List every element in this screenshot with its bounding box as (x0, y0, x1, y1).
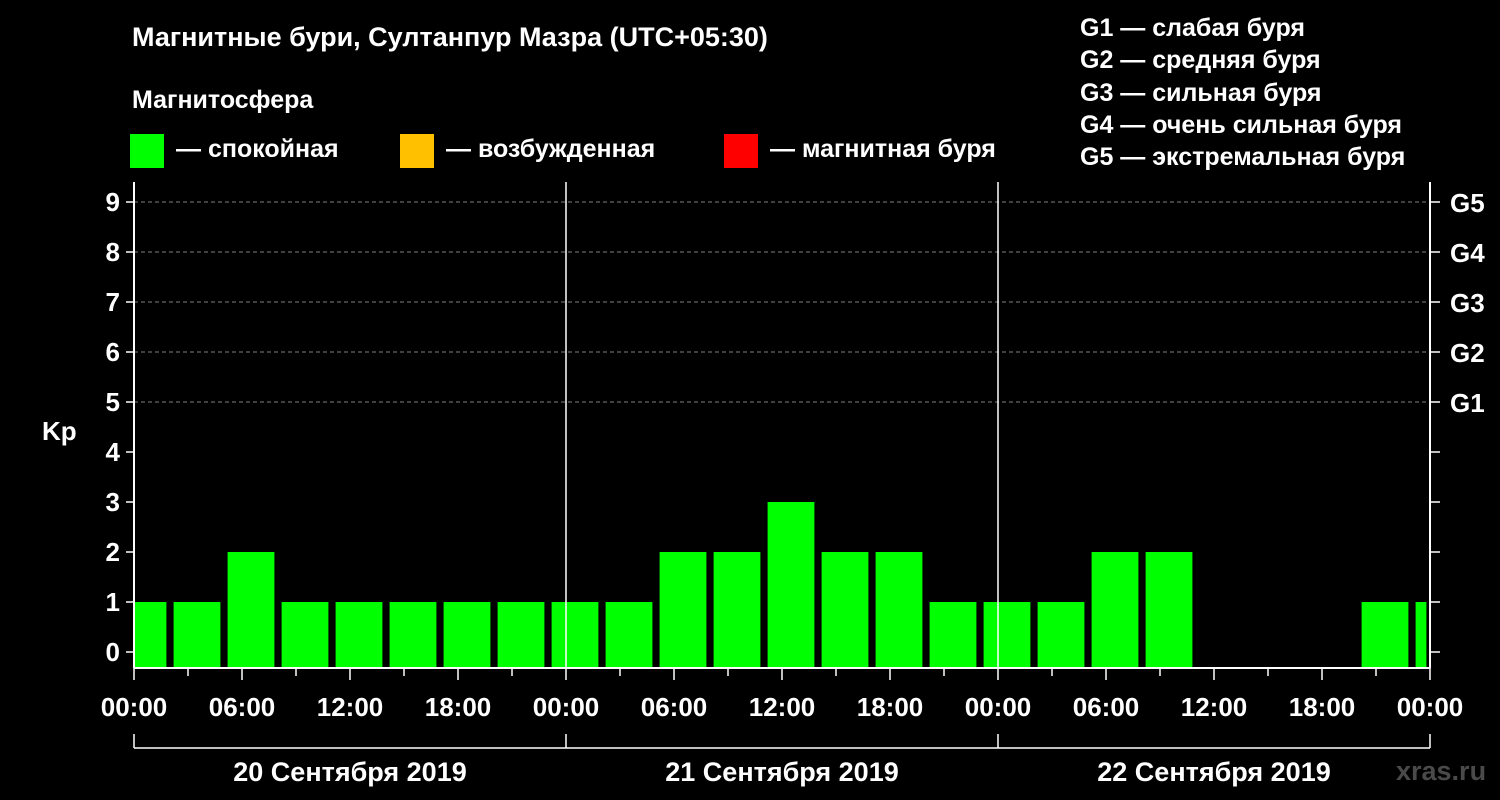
y-tick-label: 7 (106, 287, 120, 317)
kp-bar (335, 602, 383, 668)
y-tick-label: 9 (106, 187, 120, 217)
y-tick-label: 6 (106, 337, 120, 367)
kp-bar (983, 602, 1031, 668)
kp-bar (713, 552, 761, 668)
kp-bar (1145, 552, 1193, 668)
x-tick-label: 18:00 (857, 692, 924, 722)
kp-bar (821, 552, 869, 668)
kp-bar (875, 552, 923, 668)
day-label: 22 Сентября 2019 (1097, 757, 1330, 787)
x-tick-label: 12:00 (1181, 692, 1248, 722)
kp-bar (134, 602, 167, 668)
kp-bar (1361, 602, 1409, 668)
x-tick-label: 00:00 (533, 692, 600, 722)
x-tick-label: 00:00 (965, 692, 1032, 722)
y-tick-label: 5 (106, 387, 120, 417)
kp-bar (1415, 602, 1427, 668)
kp-bar (443, 602, 491, 668)
day-label: 21 Сентября 2019 (665, 757, 898, 787)
x-tick-label: 06:00 (1073, 692, 1140, 722)
kp-bar (551, 602, 599, 668)
g-tick-label: G1 (1450, 388, 1485, 418)
x-tick-label: 18:00 (425, 692, 492, 722)
kp-bar (227, 552, 275, 668)
x-tick-label: 12:00 (317, 692, 384, 722)
kp-bar (497, 602, 545, 668)
y-tick-label: 8 (106, 237, 120, 267)
y-tick-label: 3 (106, 487, 120, 517)
kp-bar (389, 602, 437, 668)
x-tick-label: 06:00 (209, 692, 276, 722)
y-tick-label: 1 (106, 587, 120, 617)
x-tick-label: 12:00 (749, 692, 816, 722)
kp-bar (1037, 602, 1085, 668)
kp-bar (1091, 552, 1139, 668)
kp-bar (767, 502, 815, 668)
kp-bar (173, 602, 221, 668)
g-tick-label: G5 (1450, 188, 1485, 218)
x-tick-label: 00:00 (101, 692, 168, 722)
g-tick-label: G3 (1450, 288, 1485, 318)
y-tick-label: 4 (106, 437, 121, 467)
kp-bar (281, 602, 329, 668)
y-axis-label: Kp (42, 416, 77, 446)
kp-bar (605, 602, 653, 668)
y-tick-label: 2 (106, 537, 120, 567)
day-label: 20 Сентября 2019 (233, 757, 466, 787)
kp-chart: 0 1 2 3 4 5 6 7 8 9 G1 G2 G3 G4 G5 Kp 00:00 06:00 12:00 18:… (42, 182, 1485, 787)
x-tick-label: 18:00 (1289, 692, 1356, 722)
y-tick-label: 0 (106, 637, 120, 667)
g-tick-label: G2 (1450, 338, 1485, 368)
g-tick-label: G4 (1450, 238, 1485, 268)
watermark: xras.ru (1396, 756, 1487, 786)
x-tick-label: 06:00 (641, 692, 708, 722)
kp-bar (659, 552, 707, 668)
kp-bar (929, 602, 977, 668)
x-tick-label: 00:00 (1397, 692, 1464, 722)
